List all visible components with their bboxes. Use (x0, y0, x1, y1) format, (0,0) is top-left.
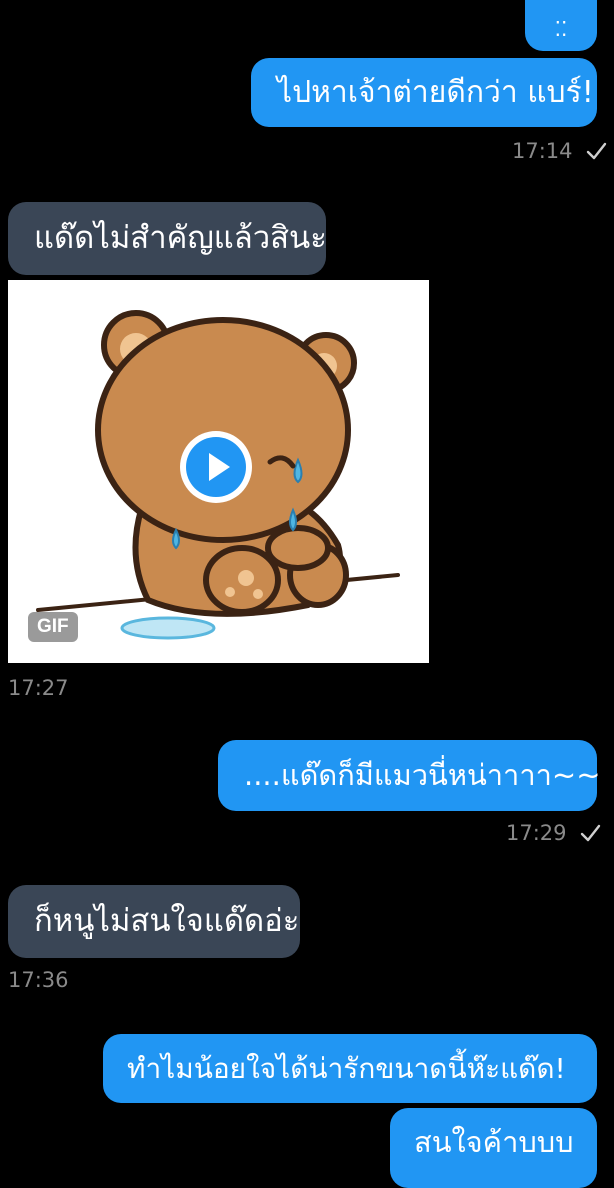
message-text: ทำไมน้อยใจได้น่ารักขนาดนี้ห๊ะแด๊ด! (127, 1051, 566, 1085)
timestamp-text: 17:14 (512, 139, 573, 163)
message-text: ....แด๊ดก็มีแมวนี่หน่าาาา~~ (244, 758, 601, 792)
checkmark-icon (586, 142, 606, 160)
checkmark-icon (580, 824, 600, 842)
message-timestamp: 17:36 (8, 968, 69, 992)
play-button[interactable] (180, 431, 252, 503)
message-text: ก็หนูไม่สนใจแด๊ดอ่ะ (34, 903, 300, 939)
message-timestamp: 17:27 (8, 676, 69, 700)
outgoing-message-bubble[interactable]: ....แด๊ดก็มีแมวนี่หน่าาาา~~ (218, 740, 601, 811)
message-timestamp: 17:14 (512, 139, 607, 163)
timestamp-text: 17:27 (8, 676, 69, 700)
incoming-message-bubble[interactable]: แด๊ดไม่สำคัญแล้วสินะ (8, 202, 327, 275)
outgoing-message-bubble[interactable]: ทำไมน้อยใจได้น่ารักขนาดนี้ห๊ะแด๊ด! (103, 1034, 597, 1103)
timestamp-text: 17:36 (8, 968, 69, 992)
message-text: ⁚⁚ (554, 17, 568, 41)
gif-badge: GIF (28, 612, 78, 642)
gif-media[interactable]: GIF (8, 280, 429, 663)
outgoing-message-bubble[interactable]: สนใจค้าบบบ (390, 1108, 597, 1188)
message-timestamp: 17:29 (506, 821, 601, 845)
outgoing-message-bubble[interactable]: ⁚⁚ (525, 0, 597, 51)
play-icon (186, 437, 246, 497)
outgoing-message-bubble[interactable]: ไปหาเจ้าต่ายดีกว่า แบร์! (251, 58, 597, 127)
incoming-message-bubble[interactable]: ก็หนูไม่สนใจแด๊ดอ่ะ (8, 885, 300, 958)
message-text: แด๊ดไม่สำคัญแล้วสินะ (34, 220, 327, 256)
message-text: ไปหาเจ้าต่ายดีกว่า แบร์! (277, 74, 594, 110)
message-text: สนใจค้าบบบ (414, 1125, 574, 1159)
timestamp-text: 17:29 (506, 821, 567, 845)
